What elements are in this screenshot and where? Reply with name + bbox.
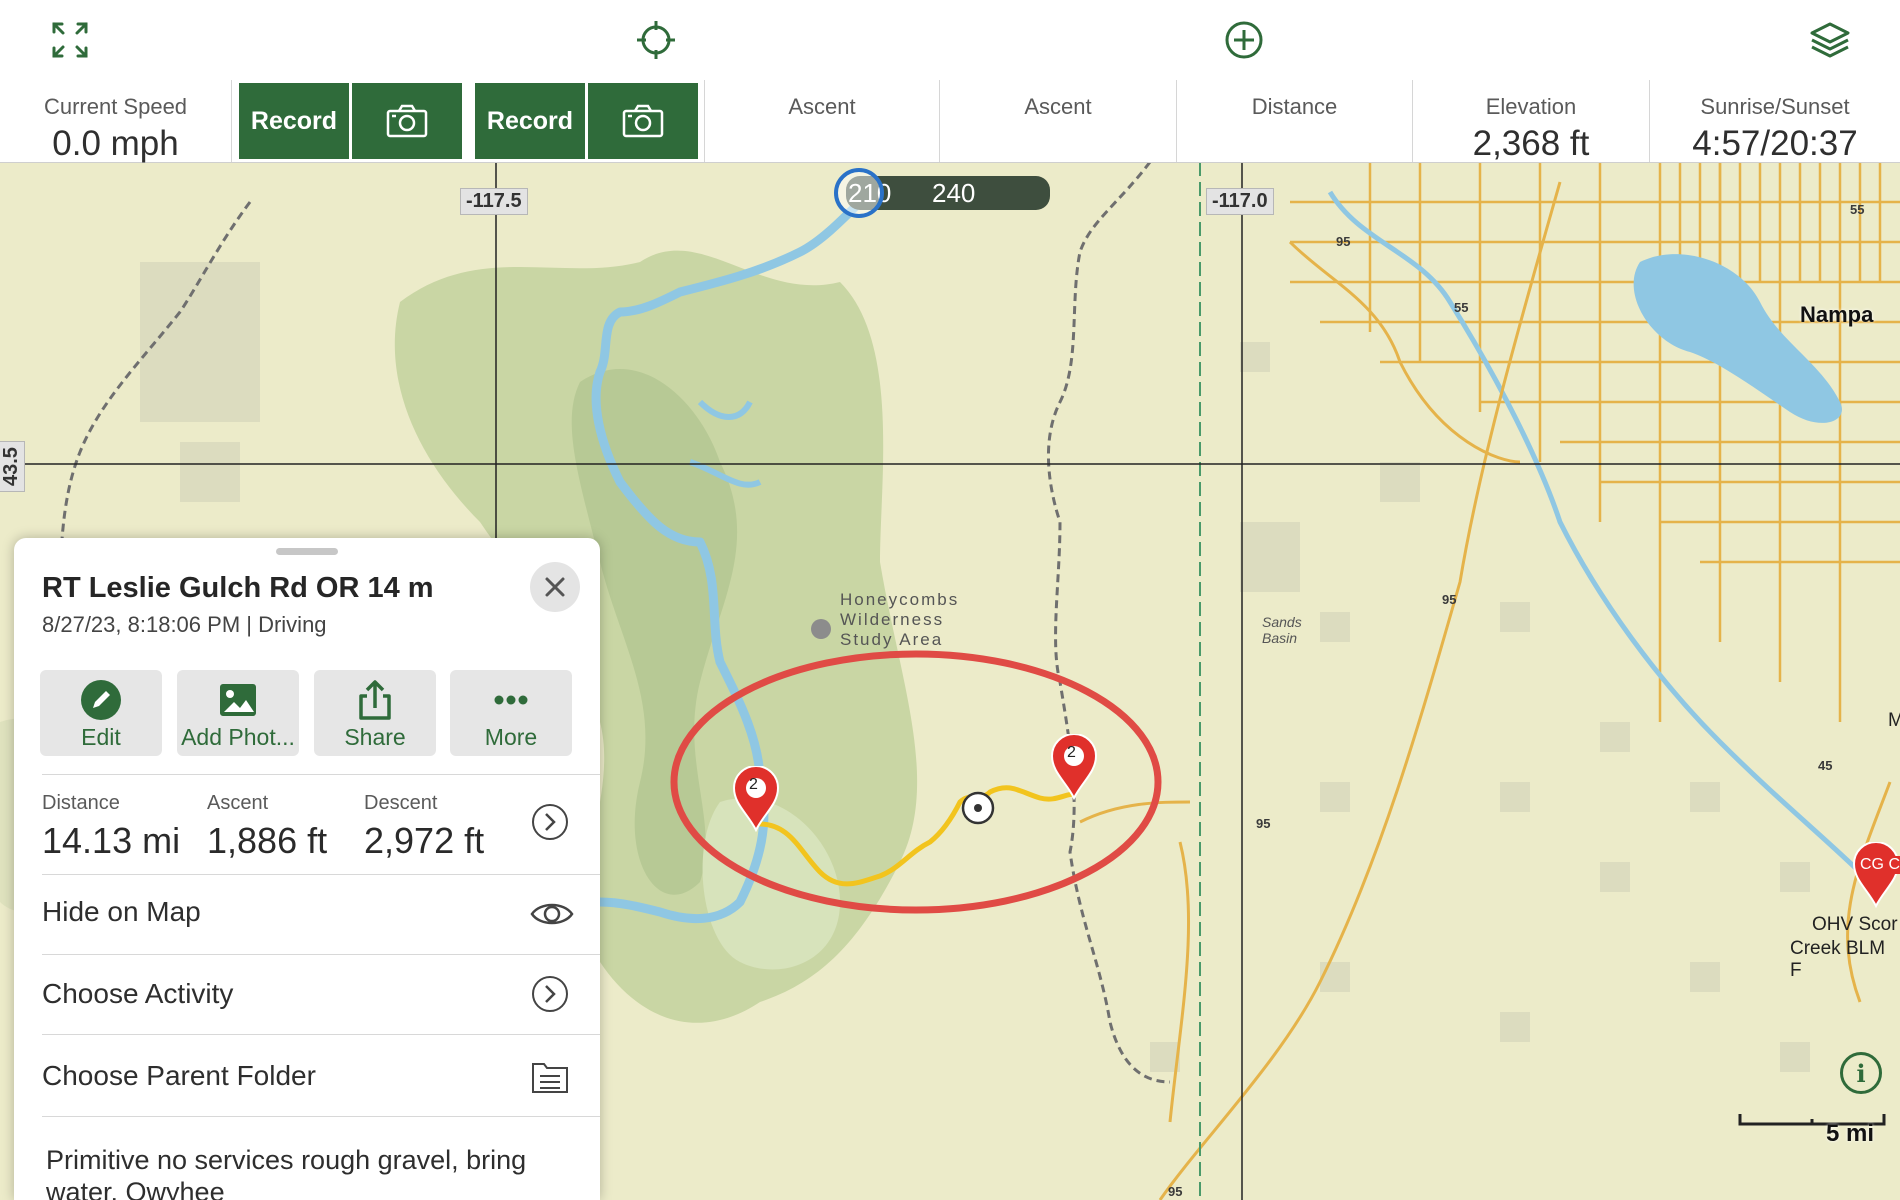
hide-on-map-row[interactable]: Hide on Map (14, 874, 600, 954)
sunrise-sunset-label: Sunrise/Sunset (1700, 94, 1850, 119)
camera-button-1[interactable] (352, 83, 462, 159)
close-button[interactable] (530, 562, 580, 612)
more-label: More (484, 724, 538, 750)
waypoint-badge: 2 (1067, 744, 1076, 761)
current-speed-stat: Current Speed 0.0 mph (0, 80, 232, 163)
sunrise-sunset-stat: Sunrise/Sunset 4:57/20:37 (1650, 80, 1900, 163)
more-icon (494, 695, 528, 705)
close-icon (545, 577, 565, 597)
folder-icon (530, 1056, 570, 1101)
share-button[interactable]: Share (314, 670, 436, 756)
stats-bar: Current Speed 0.0 mph Record Record Asce… (0, 80, 1900, 163)
sheet-drag-handle[interactable] (276, 548, 338, 555)
descent-metric-label: Descent (364, 792, 438, 814)
add-photo-label: Add Phot... (181, 724, 295, 750)
campground-pin[interactable]: CG C (1850, 841, 1900, 909)
record-button-1[interactable]: Record (239, 83, 349, 159)
choose-parent-folder-row[interactable]: Choose Parent Folder (14, 1034, 600, 1116)
choose-activity-row[interactable]: Choose Activity (14, 954, 600, 1034)
distance-metric-label: Distance (42, 792, 120, 814)
add-icon[interactable] (1222, 18, 1266, 62)
edit-label: Edit (81, 724, 121, 750)
road-number: 55 (1454, 300, 1469, 315)
road-number: 95 (1256, 816, 1271, 831)
road-number: 45 (1818, 758, 1833, 773)
sunrise-sunset-value: 4:57/20:37 (1692, 124, 1858, 163)
ascent-stat-2: Ascent (940, 80, 1177, 162)
share-icon (359, 680, 391, 720)
crosshair-icon[interactable] (634, 18, 678, 62)
camera-icon (386, 104, 428, 138)
top-toolbar (0, 0, 1900, 81)
fullscreen-icon[interactable] (48, 18, 92, 62)
latitude-label: 43.5 (0, 441, 25, 492)
eye-icon (530, 894, 574, 939)
layers-icon[interactable] (1808, 18, 1852, 62)
current-speed-value: 0.0 mph (52, 124, 179, 163)
camera-button-2[interactable] (588, 83, 698, 159)
place-name-honeycombs: Honeycombs Wilderness Study Area (840, 590, 960, 649)
elevation-label: Elevation (1485, 94, 1577, 119)
record-button-2[interactable]: Record (475, 83, 585, 159)
ascent-metric-value: 1,886 ft (207, 820, 328, 861)
choose-parent-folder-label: Choose Parent Folder (42, 1060, 316, 1091)
location-marker[interactable] (834, 168, 884, 218)
place-name-edge: M (1888, 710, 1900, 731)
track-title: RT Leslie Gulch Rd OR 14 m (42, 572, 434, 604)
waypoint-pin[interactable]: 2 (1048, 733, 1100, 801)
ascent-stat-1: Ascent (704, 80, 940, 162)
longitude-label: -117.0 (1206, 188, 1274, 215)
distance-stat: Distance (1177, 80, 1413, 162)
road-number: 55 (1850, 202, 1865, 217)
divider (42, 774, 600, 775)
divider (42, 1116, 600, 1117)
heading-value: 240 (932, 177, 976, 208)
choose-activity-label: Choose Activity (42, 978, 234, 1009)
add-photo-button[interactable]: Add Phot... (177, 670, 299, 756)
image-icon (220, 684, 256, 716)
metrics-detail-button[interactable] (530, 802, 570, 847)
waypoint-badge: 2 (749, 776, 758, 793)
scale-label: 5 mi (1826, 1120, 1875, 1147)
road-number: 95 (1168, 1184, 1183, 1199)
distance-label: Distance (1251, 94, 1338, 119)
place-name-ohv: OHV Scor (1812, 914, 1898, 935)
track-detail-sheet: RT Leslie Gulch Rd OR 14 m 8/27/23, 8:18… (14, 538, 600, 1200)
place-name-nampa: Nampa (1800, 302, 1874, 327)
chevron-right-icon (532, 804, 568, 840)
place-name-sands-basin: Sands Basin (1262, 614, 1302, 646)
more-button[interactable]: More (450, 670, 572, 756)
pencil-icon (81, 680, 121, 720)
camera-icon (622, 104, 664, 138)
ascent-label: Ascent (788, 94, 856, 119)
longitude-label: -117.5 (460, 188, 528, 215)
ascent-label: Ascent (1024, 94, 1092, 119)
distance-metric-value: 14.13 mi (42, 820, 181, 861)
track-notes: Primitive no services rough gravel, brin… (46, 1145, 527, 1200)
place-name-ohv-2: Creek BLM F (1790, 938, 1886, 981)
descent-metric-value: 2,972 ft (364, 820, 485, 861)
chevron-right-icon (530, 974, 570, 1019)
campground-label: CG C (1860, 856, 1900, 874)
edit-button[interactable]: Edit (40, 670, 162, 756)
share-label: Share (344, 724, 406, 750)
hide-on-map-label: Hide on Map (42, 896, 201, 927)
ascent-metric-label: Ascent (207, 792, 269, 814)
info-icon[interactable]: i (1840, 1052, 1882, 1094)
current-speed-label: Current Speed (43, 94, 188, 119)
waypoint-pin[interactable]: 2 (730, 765, 782, 833)
elevation-stat: Elevation 2,368 ft (1413, 80, 1650, 163)
elevation-value: 2,368 ft (1472, 124, 1590, 163)
road-number: 95 (1336, 234, 1351, 249)
road-number: 95 (1442, 592, 1457, 607)
track-subtitle: 8/27/23, 8:18:06 PM | Driving (42, 612, 327, 637)
